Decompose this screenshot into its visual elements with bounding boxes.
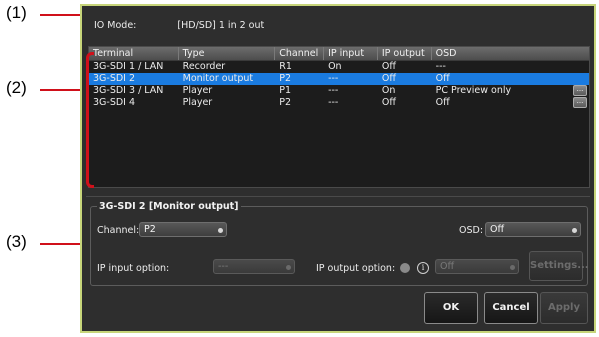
cell-osd: ---: [435, 61, 446, 72]
column-header-terminal[interactable]: Terminal: [89, 47, 179, 60]
ip-input-label: IP input option:: [97, 263, 170, 274]
cell-ip-output: Off: [381, 61, 396, 72]
cell-terminal: 3G-SDI 3 / LAN: [93, 85, 164, 96]
cancel-button[interactable]: Cancel: [484, 292, 538, 324]
section-divider: [86, 196, 590, 197]
callout-2-bracket: [86, 52, 94, 188]
cell-osd: Off: [435, 73, 450, 84]
table-row[interactable]: 3G-SDI 3 / LAN Player P1 --- On PC Preview on…: [89, 85, 589, 97]
callout-2: (2): [6, 78, 27, 97]
chevron-down-icon: [218, 228, 223, 233]
cell-channel: P2: [279, 97, 292, 108]
channel-label: Channel:: [97, 225, 140, 236]
chevron-down-icon: [572, 228, 577, 233]
chevron-down-icon: [286, 265, 291, 270]
cell-type: Monitor output: [182, 73, 254, 84]
callout-1: (1): [6, 3, 27, 22]
info-icon[interactable]: i: [417, 262, 429, 274]
cell-type: Player: [182, 85, 213, 96]
cell-channel: R1: [279, 61, 292, 72]
cell-channel: P2: [279, 73, 292, 84]
cell-ip-input: On: [328, 61, 342, 72]
ip-input-select-value: ---: [218, 261, 229, 272]
cell-type: Player: [182, 97, 213, 108]
column-header-type[interactable]: Type: [179, 47, 276, 60]
ip-output-select-value: Off: [440, 261, 455, 272]
channel-select[interactable]: P2: [139, 222, 227, 237]
cell-terminal: 3G-SDI 1 / LAN: [93, 61, 164, 72]
table-header: Terminal Type Channel IP input IP output…: [89, 47, 589, 61]
detail-group: 3G-SDI 2 [Monitor output] Channel: P2 OS…: [90, 201, 589, 286]
terminal-table: Terminal Type Channel IP input IP output…: [88, 46, 590, 188]
column-header-ip-input[interactable]: IP input: [324, 47, 378, 60]
table-row[interactable]: 3G-SDI 4 Player P2 --- Off Off...: [89, 97, 589, 109]
column-header-ip-output[interactable]: IP output: [378, 47, 432, 60]
cell-channel: P1: [279, 85, 292, 96]
chevron-down-icon: [510, 265, 515, 270]
table-row[interactable]: 3G-SDI 2 Monitor output P2 --- Off Off: [89, 73, 589, 85]
io-settings-dialog: IO Mode: [HD/SD] 1 in 2 out Terminal Typ…: [80, 4, 596, 333]
osd-select[interactable]: Off: [485, 222, 581, 237]
cell-terminal: 3G-SDI 4: [93, 97, 136, 108]
ip-input-select[interactable]: ---: [213, 259, 295, 274]
cell-ip-input: ---: [328, 97, 339, 108]
column-header-channel[interactable]: Channel: [275, 47, 325, 60]
detail-group-title: 3G-SDI 2 [Monitor output]: [97, 201, 241, 212]
column-header-osd[interactable]: OSD: [432, 47, 589, 60]
cell-ip-output: Off: [381, 73, 396, 84]
row-settings-button[interactable]: ...: [573, 85, 587, 96]
settings-button[interactable]: Settings...: [529, 251, 589, 281]
cell-type: Recorder: [182, 61, 226, 72]
cell-ip-input: ---: [328, 85, 339, 96]
cell-osd: PC Preview only: [435, 85, 512, 96]
ok-button[interactable]: OK: [424, 292, 478, 324]
ip-output-radio[interactable]: [400, 263, 410, 273]
row-settings-button[interactable]: ...: [573, 97, 587, 108]
cell-terminal: 3G-SDI 2: [93, 73, 136, 84]
io-mode-label: IO Mode:: [94, 20, 137, 31]
cell-ip-input: ---: [328, 73, 339, 84]
io-mode-row: IO Mode: [HD/SD] 1 in 2 out: [94, 20, 302, 31]
apply-button[interactable]: Apply: [540, 292, 588, 324]
callout-3: (3): [6, 232, 27, 251]
cell-osd: Off: [435, 97, 450, 108]
io-mode-value: [HD/SD] 1 in 2 out: [177, 20, 265, 31]
osd-label: OSD:: [459, 225, 484, 236]
cell-ip-output: On: [381, 85, 396, 96]
channel-select-value: P2: [144, 224, 156, 235]
osd-select-value: Off: [490, 224, 505, 235]
ip-output-select[interactable]: Off: [435, 259, 519, 274]
cell-ip-output: Off: [381, 97, 396, 108]
table-row[interactable]: 3G-SDI 1 / LAN Recorder R1 On Off ---: [89, 61, 589, 73]
ip-output-label: IP output option:: [316, 263, 396, 274]
